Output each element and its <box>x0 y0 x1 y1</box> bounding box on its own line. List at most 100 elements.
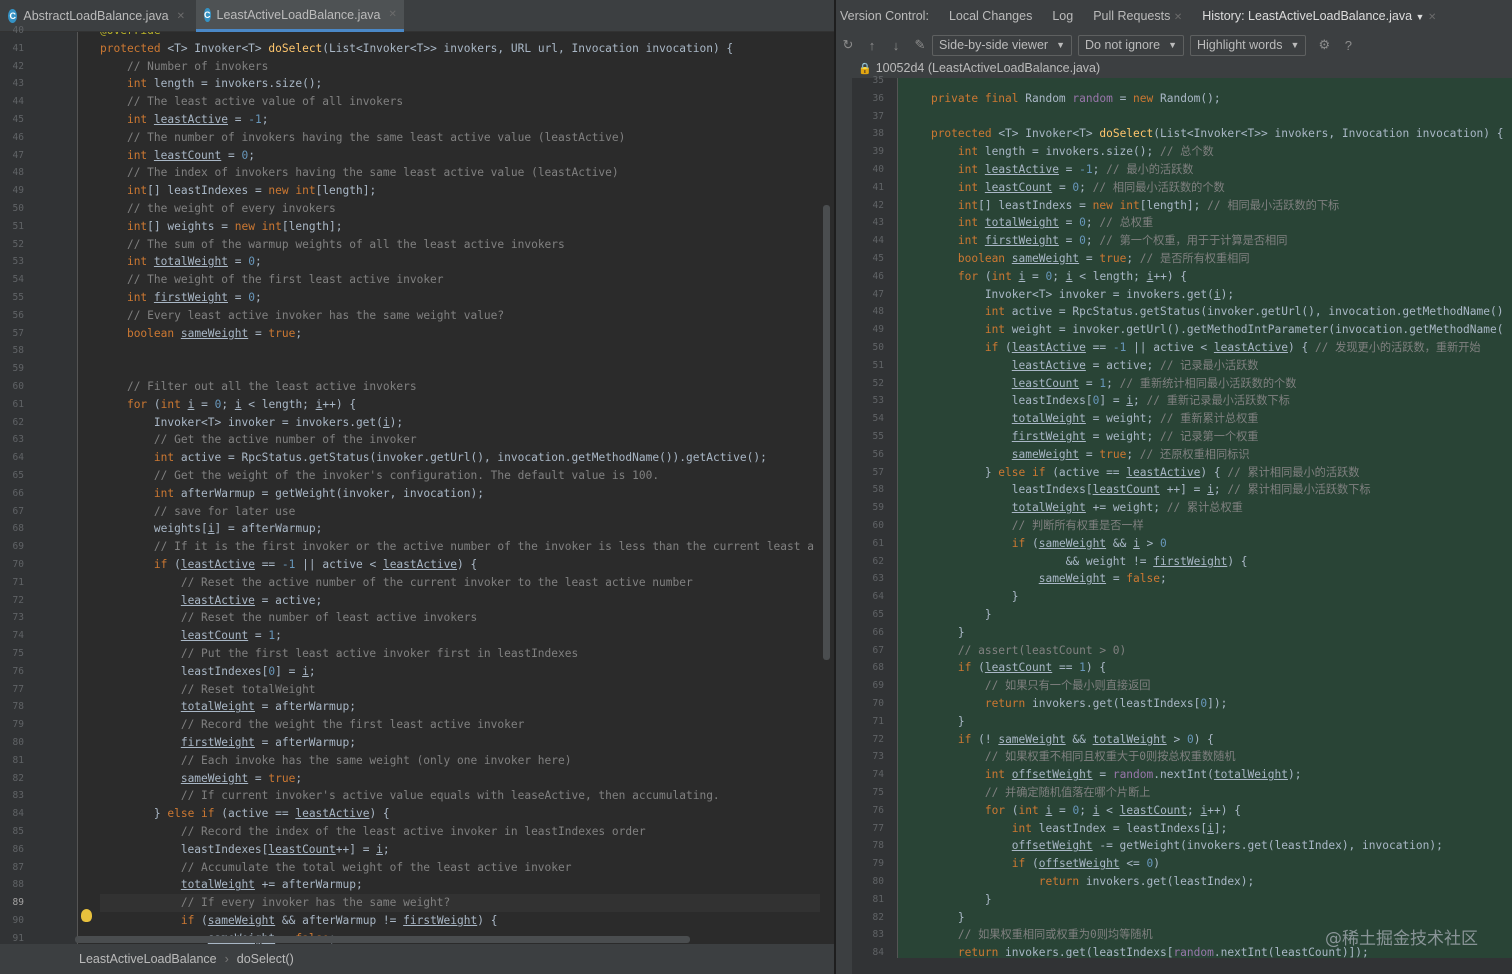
code-line: // If current invoker's active value equ… <box>180 789 720 803</box>
tab-history[interactable]: History: LeastActiveLoadBalance.java ▼ ✕ <box>1202 9 1436 23</box>
line-number: 65 <box>872 609 884 620</box>
line-number: 61 <box>12 398 24 410</box>
arrow-up-icon[interactable]: ↑ <box>860 38 884 53</box>
help-button[interactable]: ? <box>1336 38 1360 53</box>
line-number: 41 <box>872 181 884 193</box>
line-number: 48 <box>872 306 884 318</box>
code-line: // The sum of the warmup weights of all … <box>126 237 565 251</box>
viewer-dropdown[interactable]: Side-by-side viewer ▼ <box>932 34 1072 56</box>
breadcrumb-method[interactable]: doSelect() <box>237 952 294 966</box>
code-line: @Override <box>100 32 161 40</box>
chevron-down-icon[interactable]: ▼ <box>1416 12 1425 22</box>
code-line: int active = RpcStatus.getStatus(invoker… <box>153 451 767 465</box>
line-number: 56 <box>872 448 884 460</box>
code-line: sameWeight = false; <box>1038 572 1167 586</box>
close-icon[interactable]: ✕ <box>1428 12 1436 23</box>
line-number: 55 <box>12 292 24 303</box>
horizontal-scrollbar-thumb[interactable] <box>75 936 690 943</box>
close-icon[interactable]: ✕ <box>177 11 185 22</box>
breadcrumb-class[interactable]: LeastActiveLoadBalance <box>79 952 217 966</box>
code-line: // Each invoke has the same weight (only… <box>180 753 572 767</box>
code-line: // Record the weight the first least act… <box>180 718 525 732</box>
code-line: // The weight of the first least active … <box>126 273 444 287</box>
file-header: 🔒 10052d4 (LeastActiveLoadBalance.java) <box>836 58 1512 78</box>
chevron-down-icon: ▼ <box>1056 40 1065 50</box>
line-number: 58 <box>12 345 24 357</box>
line-number: 51 <box>12 220 24 232</box>
close-icon[interactable]: ✕ <box>1174 12 1182 23</box>
line-number: 39 <box>872 146 884 158</box>
line-number: 75 <box>872 787 884 798</box>
code-line: for (int i = 0; i < length; i++) { <box>957 269 1188 283</box>
left-editor-pane: C AbstractLoadBalance.java ✕ C LeastActi… <box>0 0 834 974</box>
line-number: 41 <box>12 42 24 54</box>
line-number: 52 <box>872 377 884 389</box>
close-icon[interactable]: ✕ <box>389 9 397 20</box>
chevron-right-icon: › <box>224 952 229 966</box>
line-number: 50 <box>12 203 24 214</box>
code-line: int[] leastIndexs = new int[length]; // … <box>957 198 1340 212</box>
watermark: @稀土掘金技术社区 <box>1325 929 1478 949</box>
line-number: 49 <box>12 185 24 197</box>
code-line: // assert(leastCount > 0) <box>957 643 1127 657</box>
editor-tab-bar: C AbstractLoadBalance.java ✕ C LeastActi… <box>0 0 834 32</box>
scrollbar-thumb[interactable] <box>823 205 830 660</box>
tab-log[interactable]: Log <box>1052 9 1073 23</box>
line-number: 75 <box>12 648 24 659</box>
line-number: 84 <box>12 808 24 820</box>
line-number: 64 <box>12 452 24 464</box>
line-number: 43 <box>12 78 24 90</box>
code-line: // Put the first least active invoker fi… <box>180 647 579 660</box>
line-number: 80 <box>12 737 24 748</box>
code-line: int length = invokers.size(); // 总个数 <box>957 145 1214 159</box>
code-line: if (leastActive == -1 || active < leastA… <box>984 341 1481 354</box>
line-number: 66 <box>872 626 884 638</box>
gear-icon[interactable]: ⚙ <box>1312 37 1336 53</box>
highlight-dropdown[interactable]: Highlight words ▼ <box>1189 34 1307 56</box>
line-number: 60 <box>872 520 884 531</box>
class-c-icon: C <box>204 7 211 22</box>
line-number: 79 <box>12 719 24 731</box>
line-number: 66 <box>12 487 24 499</box>
tab-pull-requests[interactable]: Pull Requests ✕ <box>1093 9 1182 23</box>
code-line: int leastIndex = leastIndexs[i]; <box>1011 821 1228 835</box>
tab-abstract-load-balance[interactable]: C AbstractLoadBalance.java ✕ <box>0 0 193 32</box>
lightbulb-icon[interactable] <box>81 909 92 922</box>
code-line: // Every least active invoker has the sa… <box>126 308 505 322</box>
code-line: } <box>904 608 992 621</box>
line-number: 55 <box>872 431 884 442</box>
code-line: int totalWeight = 0; // 总权重 <box>957 216 1154 230</box>
line-number: 46 <box>872 270 884 282</box>
code-line: } <box>904 625 965 639</box>
line-number: 60 <box>12 381 24 392</box>
tab-local-changes[interactable]: Local Changes <box>949 9 1032 23</box>
line-number: 42 <box>872 199 884 211</box>
line-number: 71 <box>12 576 24 588</box>
line-number: 36 <box>872 92 884 104</box>
line-number: 42 <box>12 60 24 72</box>
line-number: 44 <box>872 235 884 247</box>
line-number: 79 <box>872 858 884 870</box>
refresh-icon[interactable]: ↻ <box>836 37 860 53</box>
arrow-down-icon[interactable]: ↓ <box>884 38 908 53</box>
line-number: 81 <box>12 754 24 766</box>
code-line: leastCount = 1; <box>180 629 282 643</box>
tab-least-active-load-balance[interactable]: C LeastActiveLoadBalance.java ✕ <box>196 0 404 32</box>
code-line: // 判断所有权重是否一样 <box>1011 519 1144 532</box>
tab-label: AbstractLoadBalance.java <box>23 9 169 23</box>
code-line: // 如果权重相同或权重为0则均等随机 <box>957 928 1153 942</box>
line-number: 63 <box>872 573 884 585</box>
line-number: 40 <box>872 164 884 175</box>
code-area[interactable]: @Overrideprotected <T> Invoker<T> doSele… <box>78 32 820 944</box>
line-number: 53 <box>12 256 24 268</box>
code-line: if (leastCount == 1) { <box>957 661 1107 675</box>
line-number: 89 <box>12 897 24 909</box>
edit-icon[interactable]: ✎ <box>908 37 932 53</box>
line-number: 69 <box>12 541 24 553</box>
ignore-dropdown[interactable]: Do not ignore ▼ <box>1078 34 1184 56</box>
code-line: && weight != firstWeight) { <box>904 554 1248 568</box>
line-number: 77 <box>12 683 24 695</box>
line-number: 72 <box>12 594 24 606</box>
history-code-area[interactable]: private final Random random = new Random… <box>898 78 1512 958</box>
code-line: } <box>904 590 1019 604</box>
